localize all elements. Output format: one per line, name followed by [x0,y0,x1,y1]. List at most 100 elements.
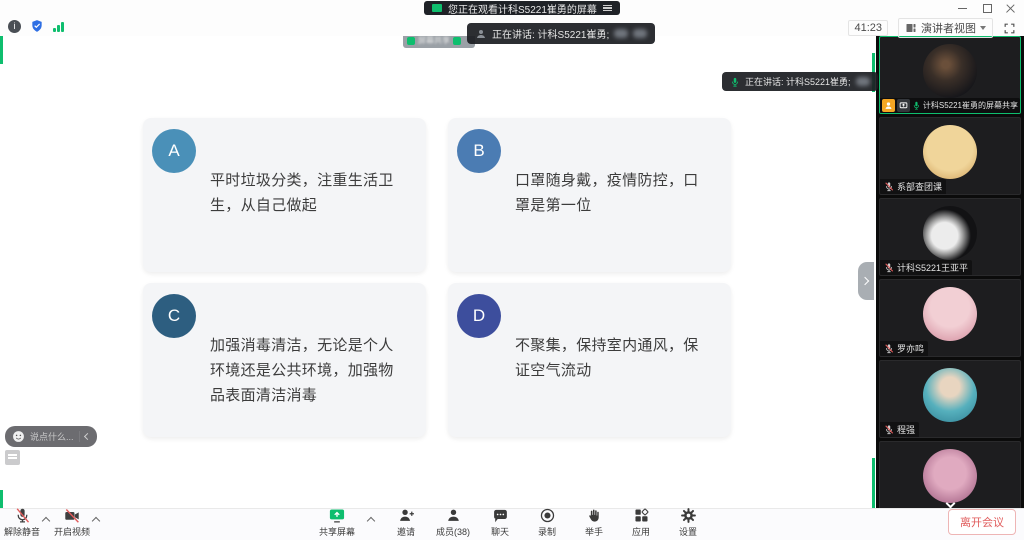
window-controls [958,3,1016,13]
participant-name: 程强 [897,423,915,436]
mic-on-icon [912,100,921,111]
chat-button[interactable]: 聊天 [483,507,517,538]
meeting-window: 您正在观看计科S5221崔勇的屏幕 i 41:23 [0,0,1024,540]
participant-name: 系部查团课 [897,180,942,193]
mic-muted-icon [884,181,894,192]
screen-share-icon [432,4,442,12]
participant-tile[interactable] [879,441,1021,508]
invite-label: 邀请 [397,525,415,538]
apps-button[interactable]: 应用 [624,507,658,538]
speaking-banner-top: 正在讲话: 计科S5221崔勇; [467,23,655,44]
avatar [923,125,977,179]
chevron-down-icon[interactable] [942,500,958,508]
mic-muted-icon [884,343,894,354]
meeting-timer: 41:23 [848,20,888,36]
participant-label: 计科S5221王亚平 [880,260,972,275]
apps-label: 应用 [632,525,650,538]
card-a-letter-badge: A [152,129,196,173]
redacted-blob [856,77,870,86]
header-right: 41:23 演讲者视图 [848,18,1016,38]
raise-hand-icon [586,507,602,524]
watching-banner: 您正在观看计科S5221崔勇的屏幕 [424,1,620,15]
minimize-icon[interactable] [958,3,968,13]
participant-tile[interactable]: 程强 [879,360,1021,438]
avatar [923,449,977,503]
start-video-button[interactable]: 开启视频 [54,507,90,538]
record-label: 录制 [538,525,556,538]
participant-tile[interactable]: 罗亦鸣 [879,279,1021,357]
fullscreen-icon[interactable] [1003,22,1016,35]
share-border-segment [872,458,875,508]
video-options-chevron[interactable] [92,517,100,525]
view-mode-button[interactable]: 演讲者视图 [898,18,993,38]
card-a-text: 平时垃圾分类，注重生活卫生，从自己做起 [210,168,400,218]
participant-label: 罗亦鸣 [880,341,928,356]
chat-quick-input[interactable]: 说点什么... [5,426,97,447]
speaker-avatar-icon [475,28,487,40]
invite-button[interactable]: 邀请 [389,507,423,538]
titlebar: 您正在观看计科S5221崔勇的屏幕 [0,0,1024,16]
speaking-banner-text: 正在讲话: 计科S5221崔勇; [745,75,851,88]
divider [79,431,80,442]
share-screen-button[interactable]: 共享屏幕 [319,507,355,538]
mic-muted-icon [884,262,894,273]
participant-tile[interactable]: 计科S5221王亚平 [879,198,1021,276]
participants-sidebar: 计科S5221崔勇的屏幕共享 系部查团课 [876,36,1024,508]
share-border-segment [0,33,3,64]
share-screen-icon [327,507,347,524]
participant-label: 程强 [880,422,919,437]
security-shield-icon[interactable] [30,19,44,33]
speaking-banner-text: 正在讲话: 计科S5221崔勇; [492,26,609,41]
share-options-chevron[interactable] [367,517,375,525]
participant-name: 计科S5221王亚平 [897,261,968,274]
card-d-letter-badge: D [457,294,501,338]
card-b-letter-badge: B [457,129,501,173]
card-c-text: 加强消毒清洁，无论是个人环境还是公共环境，加强物品表面清洁消毒 [210,333,400,408]
record-icon [539,507,556,524]
network-signal-icon[interactable] [53,21,64,32]
participant-tile-sharer[interactable]: 计科S5221崔勇的屏幕共享 [879,36,1021,114]
share-banner-icon [453,37,461,45]
chat-label: 聊天 [491,525,509,538]
collapsed-tool-button[interactable] [5,450,20,465]
redacted-blob [614,29,628,38]
header-status-icons: i [8,19,64,33]
sidebar-collapse-handle[interactable] [858,262,874,300]
close-icon[interactable] [1006,3,1016,13]
members-button[interactable]: 成员(38) [436,507,470,538]
participant-tile[interactable]: 系部查团课 [879,117,1021,195]
participant-label: 计科S5221崔勇的屏幕共享 [880,98,1020,113]
raise-hand-button[interactable]: 举手 [577,507,611,538]
toolbar-left-group: 解除静音 开启视频 [4,507,101,538]
menu-icon[interactable] [603,5,612,12]
record-button[interactable]: 录制 [530,507,564,538]
share-screen-label: 共享屏幕 [319,525,355,538]
raise-hand-label: 举手 [585,525,603,538]
maximize-icon[interactable] [982,3,992,13]
info-icon[interactable]: i [8,20,21,33]
participant-label: 系部查团课 [880,179,946,194]
mic-options-chevron[interactable] [42,517,50,525]
chevron-right-icon [861,277,869,285]
slide-card-d: D 不聚集，保持室内通风，保证空气流动 [448,283,731,437]
settings-label: 设置 [679,525,697,538]
speaking-banner-floating: 正在讲话: 计科S5221崔勇; [722,72,878,91]
leave-meeting-button[interactable]: 离开会议 [948,509,1016,535]
gear-icon [680,507,697,524]
chevron-down-icon [980,26,986,30]
settings-button[interactable]: 设置 [671,507,705,538]
apps-grid-icon [633,507,650,524]
participant-name: 罗亦鸣 [897,342,924,355]
card-b-text: 口罩随身戴，疫情防控，口罩是第一位 [515,168,705,218]
mic-on-icon [730,77,740,87]
unmute-button[interactable]: 解除静音 [4,507,40,538]
invite-person-icon [398,507,415,524]
slide-card-a: A 平时垃圾分类，注重生活卫生，从自己做起 [143,118,426,272]
slide-card-b: B 口罩随身戴，疫情防控，口罩是第一位 [448,118,731,272]
host-badge-icon [882,99,895,112]
avatar [923,44,977,98]
card-c-letter-badge: C [152,294,196,338]
mic-muted-icon [884,424,894,435]
unmute-label: 解除静音 [4,525,40,538]
screen-share-badge-icon [897,99,910,112]
